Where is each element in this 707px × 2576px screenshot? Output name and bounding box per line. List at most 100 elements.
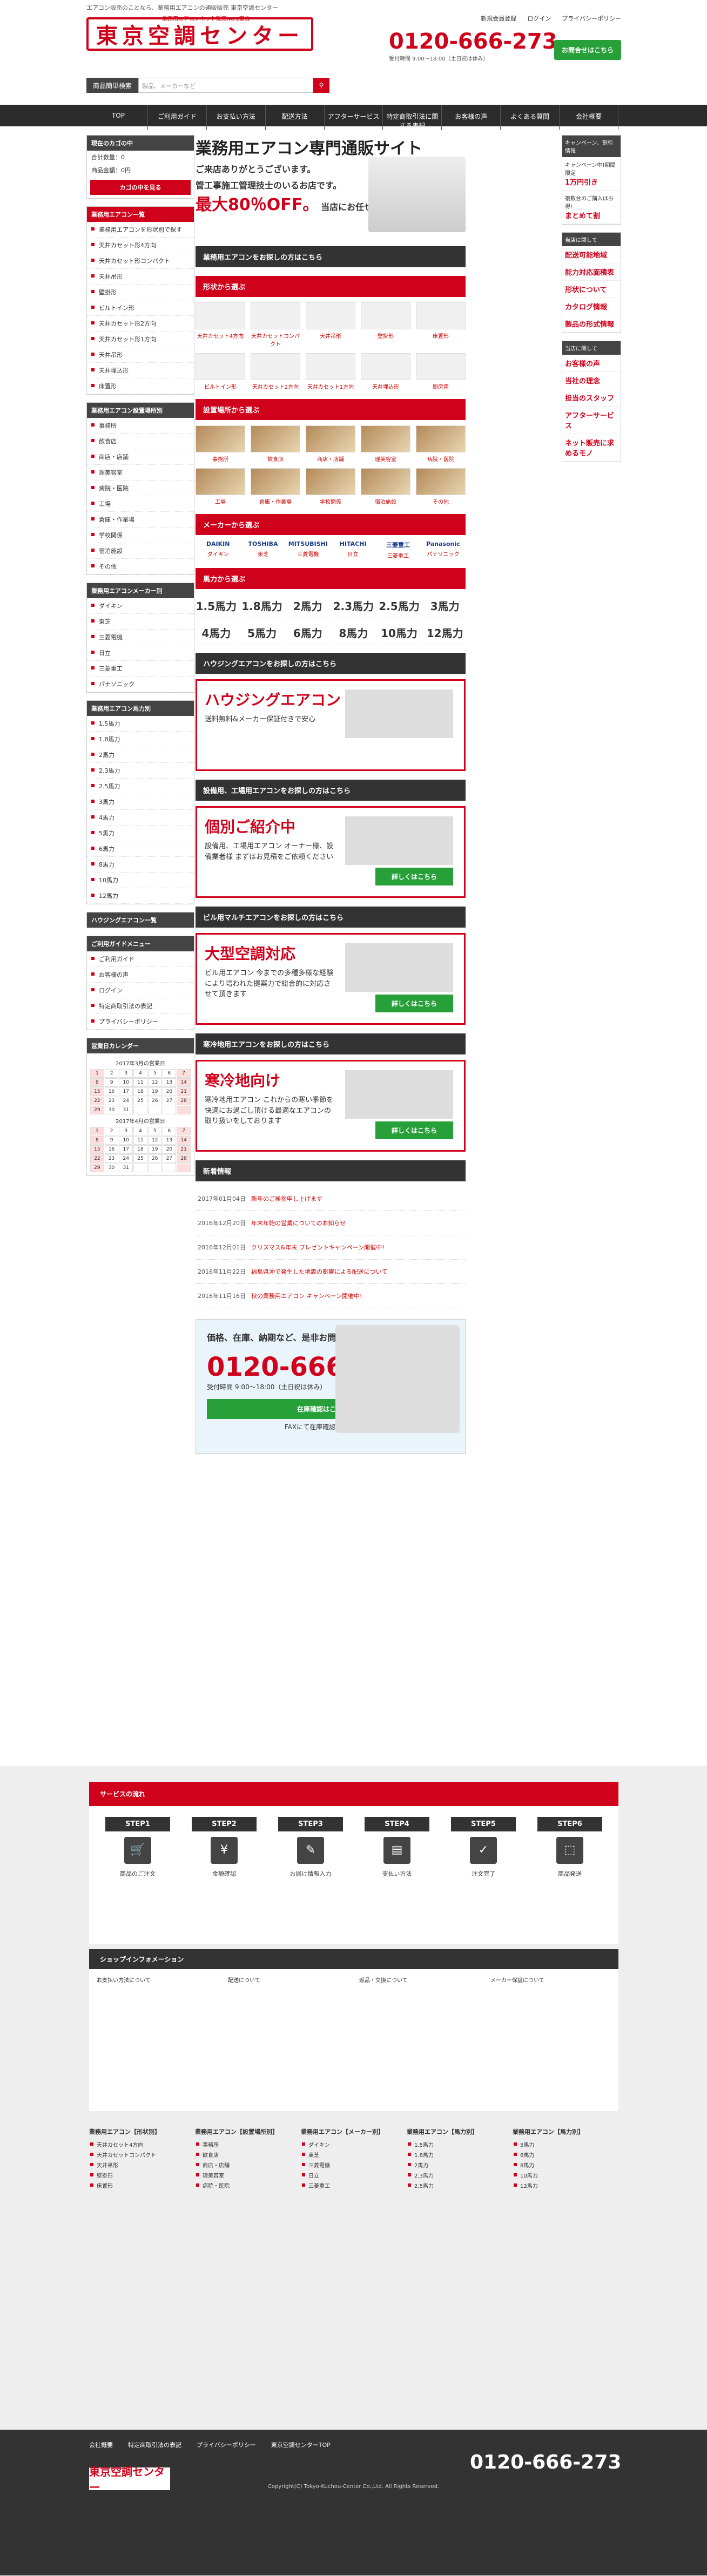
footer-link[interactable]: 三菱重工 [301,2180,407,2190]
footer-link[interactable]: 2馬力 [407,2160,513,2170]
sidebar-item[interactable]: プライバシーポリシー [87,1014,194,1030]
footer-link[interactable]: 天井吊形 [89,2160,195,2170]
shape-tile[interactable]: 天井吊形 [306,302,355,348]
about-item[interactable]: ネット販売に求めるモノ [562,434,621,462]
sidebar-item[interactable]: 3馬力 [87,794,194,810]
nav-item[interactable]: 特定商取引法に関する表記 [383,105,442,130]
footer-bar-link[interactable]: 特定商取引法の表記 [128,2440,181,2449]
sidebar-item[interactable]: 三菱電機 [87,630,194,645]
maker-tile[interactable]: DAIKIN ダイキン [196,540,240,559]
sidebar-item[interactable]: 三菱重工 [87,661,194,677]
footer-link[interactable]: 日立 [301,2170,407,2180]
privacy-link[interactable]: プライバシーポリシー [562,14,621,23]
sidebar-item[interactable]: ダイキン [87,598,194,614]
nav-item[interactable]: お客様の声 [442,105,501,130]
sidebar-item[interactable]: 業務用エアコンを形状別で探す [87,222,194,238]
sidebar-item[interactable]: 床置形 [87,378,194,394]
search-input[interactable]: 製品、メーカーなど [138,78,313,93]
shape-tile[interactable]: 床置形 [416,302,466,348]
hp-item[interactable]: 8馬力 [332,621,374,644]
sidebar-item[interactable]: 事務所 [87,418,194,434]
footer-link[interactable]: 床置形 [89,2180,195,2190]
contact-button[interactable]: お問合せはこちら [554,40,621,60]
sidebar-item[interactable]: その他 [87,559,194,574]
news-link[interactable]: 年末年始の営業についてのお知らせ [251,1220,346,1227]
sidebar-item[interactable]: 2馬力 [87,747,194,763]
nav-item[interactable]: 配送方法 [266,105,325,130]
footer-bar-link[interactable]: 会社概要 [89,2440,113,2449]
hp-item[interactable]: 5馬力 [241,621,283,644]
campaign-item[interactable]: キャンペーン中!期間限定 1万円引き [562,157,621,191]
place-tile[interactable]: 宿泊施設 [361,468,410,505]
logo[interactable]: 東京空調センター [86,17,313,51]
footer-link[interactable]: 事務所 [195,2139,301,2149]
campaign-item[interactable]: 複数台のご購入はお得! まとめて割 [562,191,621,224]
maker-tile[interactable]: TOSHIBA 東芝 [240,540,285,559]
sidebar-item[interactable]: 天井吊形 [87,269,194,285]
place-tile[interactable]: 病院・医院 [416,425,466,463]
sidebar-item[interactable]: 理美容室 [87,465,194,481]
view-cart-button[interactable]: カゴの中を見る [90,180,191,195]
shape-tile[interactable]: 天井カセット2方向 [251,353,300,390]
sidebar-item[interactable]: 日立 [87,645,194,661]
details-button[interactable]: 詳しくはこちら [375,995,453,1012]
facility-banner[interactable]: 個別ご紹介中 設備用、工場用エアコン オーナー様、設備業者様 まずはお見積をご依… [196,806,466,898]
place-tile[interactable]: 学校関係 [306,468,355,505]
place-tile[interactable]: 飲食店 [251,425,300,463]
cold-banner[interactable]: 寒冷地向け 寒冷地用エアコン これからの寒い季節を快適にお過ごし頂ける最適なエア… [196,1060,466,1152]
sidebar-item[interactable]: 5馬力 [87,826,194,841]
sidebar-item[interactable]: パナソニック [87,677,194,692]
shape-tile[interactable]: 厨房用 [416,353,466,390]
sidebar-item[interactable]: 工場 [87,496,194,512]
sidebar-item[interactable]: 天井カセット形2方向 [87,316,194,332]
footer-link[interactable]: 1.5馬力 [407,2139,513,2149]
hp-item[interactable]: 4馬力 [196,621,237,644]
nav-item[interactable]: お支払い方法 [207,105,266,130]
sidebar-item[interactable]: 1.5馬力 [87,716,194,732]
footer-bar-link[interactable]: 東京空調センターTOP [271,2440,331,2449]
login-link[interactable]: ログイン [527,14,551,23]
maker-tile[interactable]: MITSUBISHI 三菱電機 [286,540,331,559]
nav-item[interactable]: ご利用ガイド [148,105,207,130]
nav-item[interactable]: よくある質問 [501,105,560,130]
details-button[interactable]: 詳しくはこちら [375,868,453,885]
footer-link[interactable]: 理美容室 [195,2170,301,2180]
hp-item[interactable]: 2.5馬力 [378,594,420,617]
sidebar-item[interactable]: 壁掛形 [87,285,194,300]
sidebar-item[interactable]: 倉庫・作業場 [87,512,194,528]
hp-item[interactable]: 2馬力 [287,594,328,617]
footer-link[interactable]: 東芝 [301,2149,407,2160]
footer-link[interactable]: 壁掛形 [89,2170,195,2180]
footer-bar-link[interactable]: プライバシーポリシー [197,2440,256,2449]
about-item[interactable]: お客様の声 [562,355,621,372]
search-icon[interactable]: ⚲ [313,78,329,93]
hp-item[interactable]: 12馬力 [424,621,466,644]
about-item[interactable]: 当社の理念 [562,372,621,389]
building-banner[interactable]: 大型空調対応 ビル用エアコン 今までの多種多様な経験により培われた提案力で総合的… [196,933,466,1025]
footer-link[interactable]: 病院・医院 [195,2180,301,2190]
shape-tile[interactable]: 天井カセットコンパクト [251,302,300,348]
info-item[interactable]: 形状について [562,281,621,298]
sidebar-item[interactable]: 12馬力 [87,888,194,904]
maker-tile[interactable]: HITACHI 日立 [331,540,375,559]
footer-link[interactable]: 12馬力 [513,2180,618,2190]
hp-item[interactable]: 1.8馬力 [241,594,283,617]
sidebar-item[interactable]: 8馬力 [87,857,194,873]
shape-tile[interactable]: 天井埋込形 [361,353,410,390]
info-item[interactable]: 製品の形式情報 [562,315,621,333]
place-tile[interactable]: その他 [416,468,466,505]
news-link[interactable]: 新年のご挨拶申し上げます [251,1195,322,1202]
sidebar-item[interactable]: 天井カセット形コンパクト [87,253,194,269]
sidebar-item[interactable]: 2.3馬力 [87,763,194,779]
sidebar-item[interactable]: 4馬力 [87,810,194,826]
housing-link[interactable]: ハウジングエアコン一覧 [87,912,194,928]
footer-link[interactable]: 10馬力 [513,2170,618,2180]
details-button[interactable]: 詳しくはこちら [375,1121,453,1139]
footer-link[interactable]: 飲食店 [195,2149,301,2160]
news-link[interactable]: クリスマス&年末 プレゼントキャンペーン開催中! [251,1244,385,1251]
shape-tile[interactable]: 天井カセット4方向 [196,302,245,348]
shape-tile[interactable]: 天井カセット1方向 [306,353,355,390]
place-tile[interactable]: 工場 [196,468,245,505]
place-tile[interactable]: 理美容室 [361,425,410,463]
sidebar-item[interactable]: 天井埋込形 [87,363,194,378]
